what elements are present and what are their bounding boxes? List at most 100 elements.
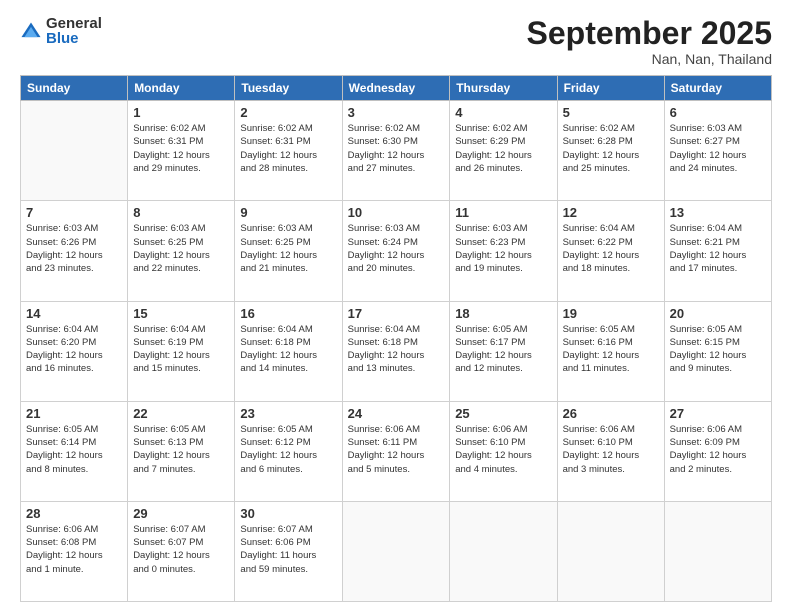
day-number: 28: [26, 506, 122, 521]
day-info: Sunrise: 6:04 AMSunset: 6:20 PMDaylight:…: [26, 323, 122, 376]
day-number: 4: [455, 105, 551, 120]
day-number: 25: [455, 406, 551, 421]
day-info: Sunrise: 6:04 AMSunset: 6:19 PMDaylight:…: [133, 323, 229, 376]
day-info: Sunrise: 6:06 AMSunset: 6:10 PMDaylight:…: [455, 423, 551, 476]
calendar-cell: 7 Sunrise: 6:03 AMSunset: 6:26 PMDaylight…: [21, 201, 128, 301]
day-info: Sunrise: 6:03 AMSunset: 6:25 PMDaylight:…: [133, 222, 229, 275]
day-info: Sunrise: 6:05 AMSunset: 6:15 PMDaylight:…: [670, 323, 766, 376]
calendar-cell: 26 Sunrise: 6:06 AMSunset: 6:10 PMDayligh…: [557, 401, 664, 501]
day-number: 29: [133, 506, 229, 521]
calendar-cell: 24Sunrise: 6:06 AMSunset: 6:11 PMDayligh…: [342, 401, 450, 501]
day-info: Sunrise: 6:06 AMSunset: 6:09 PMDaylight:…: [670, 423, 766, 476]
day-number: 17: [348, 306, 445, 321]
day-info: Sunrise: 6:04 AMSunset: 6:18 PMDaylight:…: [348, 323, 445, 376]
weekday-header: Wednesday: [342, 76, 450, 101]
day-info: Sunrise: 6:02 AMSunset: 6:30 PMDaylight:…: [348, 122, 445, 175]
weekday-header: Saturday: [664, 76, 771, 101]
day-info: Sunrise: 6:05 AMSunset: 6:16 PMDaylight:…: [563, 323, 659, 376]
logo: General Blue: [20, 16, 102, 46]
weekday-header: Tuesday: [235, 76, 342, 101]
day-number: 14: [26, 306, 122, 321]
calendar-cell: 20 Sunrise: 6:05 AMSunset: 6:15 PMDayligh…: [664, 301, 771, 401]
calendar-cell: 11 Sunrise: 6:03 AMSunset: 6:23 PMDayligh…: [450, 201, 557, 301]
calendar-cell: [21, 101, 128, 201]
calendar-week-row: 14 Sunrise: 6:04 AMSunset: 6:20 PMDayligh…: [21, 301, 772, 401]
calendar-cell: 19 Sunrise: 6:05 AMSunset: 6:16 PMDayligh…: [557, 301, 664, 401]
logo-general: General: [46, 16, 102, 31]
day-info: Sunrise: 6:05 AMSunset: 6:17 PMDaylight:…: [455, 323, 551, 376]
day-info: Sunrise: 6:04 AMSunset: 6:18 PMDaylight:…: [240, 323, 336, 376]
calendar-table: SundayMondayTuesdayWednesdayThursdayFrid…: [20, 75, 772, 602]
calendar-cell: 16Sunrise: 6:04 AMSunset: 6:18 PMDayligh…: [235, 301, 342, 401]
day-number: 18: [455, 306, 551, 321]
day-number: 10: [348, 205, 445, 220]
header: General Blue September 2025 Nan, Nan, Th…: [20, 16, 772, 67]
calendar-week-row: 28Sunrise: 6:06 AMSunset: 6:08 PMDayligh…: [21, 501, 772, 601]
day-number: 12: [563, 205, 659, 220]
day-info: Sunrise: 6:05 AMSunset: 6:12 PMDaylight:…: [240, 423, 336, 476]
calendar-cell: 2 Sunrise: 6:02 AMSunset: 6:31 PMDaylight…: [235, 101, 342, 201]
day-number: 19: [563, 306, 659, 321]
calendar-cell: 9Sunrise: 6:03 AMSunset: 6:25 PMDaylight…: [235, 201, 342, 301]
calendar-cell: [450, 501, 557, 601]
weekday-header: Sunday: [21, 76, 128, 101]
logo-icon: [20, 21, 42, 43]
location: Nan, Nan, Thailand: [527, 51, 772, 67]
day-info: Sunrise: 6:05 AMSunset: 6:13 PMDaylight:…: [133, 423, 229, 476]
day-number: 13: [670, 205, 766, 220]
day-info: Sunrise: 6:06 AMSunset: 6:11 PMDaylight:…: [348, 423, 445, 476]
calendar-cell: [557, 501, 664, 601]
day-number: 20: [670, 306, 766, 321]
day-number: 22: [133, 406, 229, 421]
calendar-cell: 27Sunrise: 6:06 AMSunset: 6:09 PMDayligh…: [664, 401, 771, 501]
calendar-cell: 25 Sunrise: 6:06 AMSunset: 6:10 PMDayligh…: [450, 401, 557, 501]
day-number: 30: [240, 506, 336, 521]
day-info: Sunrise: 6:03 AMSunset: 6:23 PMDaylight:…: [455, 222, 551, 275]
day-number: 8: [133, 205, 229, 220]
day-info: Sunrise: 6:03 AMSunset: 6:26 PMDaylight:…: [26, 222, 122, 275]
calendar-week-row: 21Sunrise: 6:05 AMSunset: 6:14 PMDayligh…: [21, 401, 772, 501]
calendar-week-row: 1 Sunrise: 6:02 AMSunset: 6:31 PMDaylight…: [21, 101, 772, 201]
day-number: 11: [455, 205, 551, 220]
weekday-header: Friday: [557, 76, 664, 101]
day-info: Sunrise: 6:07 AMSunset: 6:07 PMDaylight:…: [133, 523, 229, 576]
day-number: 26: [563, 406, 659, 421]
month-title: September 2025: [527, 16, 772, 51]
logo-text: General Blue: [46, 16, 102, 46]
day-number: 5: [563, 105, 659, 120]
calendar-cell: 23 Sunrise: 6:05 AMSunset: 6:12 PMDayligh…: [235, 401, 342, 501]
day-number: 3: [348, 105, 445, 120]
calendar-cell: [342, 501, 450, 601]
calendar-cell: 13 Sunrise: 6:04 AMSunset: 6:21 PMDayligh…: [664, 201, 771, 301]
day-number: 15: [133, 306, 229, 321]
day-number: 7: [26, 205, 122, 220]
calendar-cell: 28Sunrise: 6:06 AMSunset: 6:08 PMDayligh…: [21, 501, 128, 601]
day-info: Sunrise: 6:02 AMSunset: 6:31 PMDaylight:…: [240, 122, 336, 175]
day-info: Sunrise: 6:02 AMSunset: 6:28 PMDaylight:…: [563, 122, 659, 175]
day-info: Sunrise: 6:03 AMSunset: 6:24 PMDaylight:…: [348, 222, 445, 275]
calendar-cell: 12 Sunrise: 6:04 AMSunset: 6:22 PMDayligh…: [557, 201, 664, 301]
day-info: Sunrise: 6:02 AMSunset: 6:31 PMDaylight:…: [133, 122, 229, 175]
calendar-cell: 17 Sunrise: 6:04 AMSunset: 6:18 PMDayligh…: [342, 301, 450, 401]
day-number: 23: [240, 406, 336, 421]
weekday-header: Thursday: [450, 76, 557, 101]
calendar-cell: 15 Sunrise: 6:04 AMSunset: 6:19 PMDayligh…: [128, 301, 235, 401]
weekday-header: Monday: [128, 76, 235, 101]
weekday-header-row: SundayMondayTuesdayWednesdayThursdayFrid…: [21, 76, 772, 101]
calendar-cell: 30Sunrise: 6:07 AMSunset: 6:06 PMDayligh…: [235, 501, 342, 601]
calendar-cell: [664, 501, 771, 601]
day-number: 2: [240, 105, 336, 120]
day-number: 1: [133, 105, 229, 120]
calendar-cell: 18 Sunrise: 6:05 AMSunset: 6:17 PMDayligh…: [450, 301, 557, 401]
day-number: 6: [670, 105, 766, 120]
calendar-cell: 3 Sunrise: 6:02 AMSunset: 6:30 PMDaylight…: [342, 101, 450, 201]
logo-blue: Blue: [46, 31, 102, 46]
calendar-cell: 14 Sunrise: 6:04 AMSunset: 6:20 PMDayligh…: [21, 301, 128, 401]
day-info: Sunrise: 6:03 AMSunset: 6:27 PMDaylight:…: [670, 122, 766, 175]
calendar-cell: 4Sunrise: 6:02 AMSunset: 6:29 PMDaylight…: [450, 101, 557, 201]
day-info: Sunrise: 6:04 AMSunset: 6:22 PMDaylight:…: [563, 222, 659, 275]
calendar-cell: 22 Sunrise: 6:05 AMSunset: 6:13 PMDayligh…: [128, 401, 235, 501]
calendar-cell: 29 Sunrise: 6:07 AMSunset: 6:07 PMDayligh…: [128, 501, 235, 601]
day-info: Sunrise: 6:06 AMSunset: 6:10 PMDaylight:…: [563, 423, 659, 476]
day-info: Sunrise: 6:04 AMSunset: 6:21 PMDaylight:…: [670, 222, 766, 275]
